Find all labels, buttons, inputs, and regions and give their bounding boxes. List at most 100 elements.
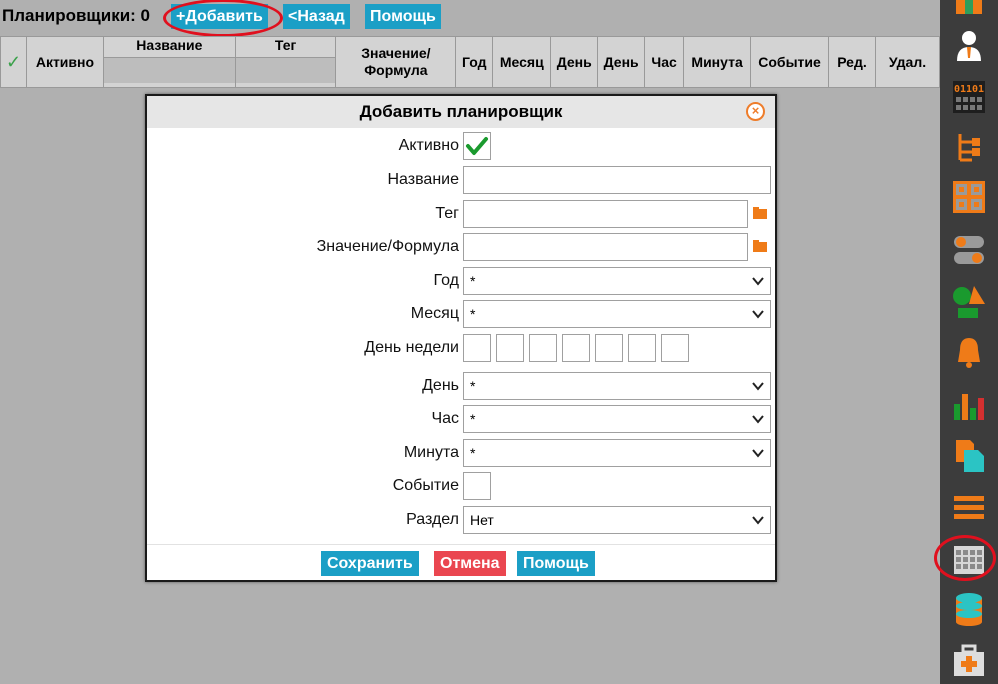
svg-text:01101: 01101 xyxy=(954,84,984,95)
back-button[interactable]: <Назад xyxy=(283,4,350,29)
col-name[interactable]: Название xyxy=(102,36,236,88)
help-button[interactable]: Помощь xyxy=(365,4,441,29)
right-sidebar: 01101 xyxy=(940,0,998,684)
add-button[interactable]: +Добавить xyxy=(171,4,268,29)
col-weekday[interactable]: День xyxy=(597,36,646,88)
row-active: Активно xyxy=(147,132,775,160)
day-label: День xyxy=(422,377,459,394)
folder-icon[interactable] xyxy=(753,207,767,219)
formula-field[interactable] xyxy=(463,233,748,261)
col-year[interactable]: Год xyxy=(455,36,494,88)
page-title: Планировщики: 0 xyxy=(2,6,151,25)
menu-lines-icon[interactable] xyxy=(952,490,986,524)
year-value: * xyxy=(470,273,476,289)
row-tag: Тег xyxy=(147,200,775,228)
col-delete[interactable]: Удал. xyxy=(874,36,941,88)
documents-icon[interactable] xyxy=(952,438,986,472)
chevron-down-icon xyxy=(752,382,764,391)
weekday-box[interactable] xyxy=(529,334,557,362)
alarm-bell-icon[interactable] xyxy=(952,334,986,368)
row-section: Раздел Нет xyxy=(147,506,775,534)
col-day[interactable]: День xyxy=(550,36,599,88)
weekday-label: День недели xyxy=(364,339,459,356)
section-value: Нет xyxy=(470,512,494,528)
col-active[interactable]: Активно xyxy=(25,36,104,88)
tag-filter-input[interactable] xyxy=(235,57,336,83)
tag-label: Тег xyxy=(435,205,459,222)
row-weekday: День недели xyxy=(147,334,775,362)
month-label: Месяц xyxy=(410,305,459,322)
row-year: Год * xyxy=(147,267,775,295)
save-button[interactable]: Сохранить xyxy=(321,551,419,576)
month-select[interactable]: * xyxy=(463,300,771,328)
toggle-switches-icon[interactable] xyxy=(952,232,986,266)
shapes-icon[interactable] xyxy=(952,284,986,318)
weekday-box[interactable] xyxy=(661,334,689,362)
user-badge-icon[interactable] xyxy=(952,0,986,20)
first-aid-case-icon[interactable] xyxy=(952,644,986,678)
dialog-help-button[interactable]: Помощь xyxy=(517,551,595,576)
binary-display-icon[interactable]: 01101 xyxy=(952,80,986,114)
operator-icon[interactable] xyxy=(952,28,986,62)
col-check[interactable]: ✓ xyxy=(0,36,27,88)
chevron-down-icon xyxy=(752,449,764,458)
col-minute[interactable]: Минута xyxy=(683,36,752,88)
weekday-box[interactable] xyxy=(562,334,590,362)
section-select[interactable]: Нет xyxy=(463,506,771,534)
weekday-box[interactable] xyxy=(496,334,524,362)
cancel-button[interactable]: Отмена xyxy=(434,551,506,576)
tag-field[interactable] xyxy=(463,200,748,228)
chevron-down-icon xyxy=(752,310,764,319)
chevron-down-icon xyxy=(752,415,764,424)
active-label: Активно xyxy=(398,137,459,154)
weekday-box[interactable] xyxy=(628,334,656,362)
minute-select[interactable]: * xyxy=(463,439,771,467)
chevron-down-icon xyxy=(752,516,764,525)
tree-structure-icon[interactable] xyxy=(952,130,986,164)
col-formula[interactable]: Значение/ Формула xyxy=(335,36,457,88)
row-name: Название xyxy=(147,166,775,194)
event-label: Событие xyxy=(392,477,459,494)
add-scheduler-dialog: Добавить планировщик × Активно Название … xyxy=(145,94,777,582)
day-select[interactable]: * xyxy=(463,372,771,400)
year-select[interactable]: * xyxy=(463,267,771,295)
hour-value: * xyxy=(470,411,476,427)
checkmark-icon xyxy=(466,137,488,155)
dialog-header: Добавить планировщик × xyxy=(147,96,775,128)
col-edit[interactable]: Ред. xyxy=(828,36,876,88)
schedulers-table-header: ✓ Активно Название Тег Значение/ Формула… xyxy=(0,36,941,88)
col-month[interactable]: Месяц xyxy=(492,36,552,88)
folder-icon[interactable] xyxy=(753,240,767,252)
hour-select[interactable]: * xyxy=(463,405,771,433)
active-checkbox[interactable] xyxy=(463,132,491,160)
bar-chart-icon[interactable] xyxy=(952,388,986,422)
col-tag[interactable]: Тег xyxy=(234,36,337,88)
row-hour: Час * xyxy=(147,405,775,433)
col-hour[interactable]: Час xyxy=(644,36,685,88)
dialog-footer-divider xyxy=(147,544,775,545)
minute-label: Минута xyxy=(403,444,459,461)
scheduler-grid-icon[interactable] xyxy=(952,542,986,576)
hour-label: Час xyxy=(431,410,459,427)
row-event: Событие xyxy=(147,472,775,500)
col-event[interactable]: Событие xyxy=(750,36,829,88)
section-label: Раздел xyxy=(406,511,459,528)
name-field[interactable] xyxy=(463,166,771,194)
row-day: День * xyxy=(147,372,775,400)
row-minute: Минута * xyxy=(147,439,775,467)
top-toolbar: Планировщики: 0 +Добавить <Назад Помощь xyxy=(0,0,940,34)
grid-blocks-icon[interactable] xyxy=(952,180,986,214)
chevron-down-icon xyxy=(752,277,764,286)
col-name-label: Название xyxy=(136,37,203,53)
database-icon[interactable] xyxy=(952,592,986,626)
formula-label: Значение/Формула xyxy=(316,238,459,255)
close-icon[interactable]: × xyxy=(746,102,765,121)
col-tag-label: Тег xyxy=(274,37,297,53)
dialog-title: Добавить планировщик xyxy=(359,102,563,121)
day-value: * xyxy=(470,378,476,394)
minute-value: * xyxy=(470,445,476,461)
name-filter-input[interactable] xyxy=(103,57,235,83)
event-checkbox[interactable] xyxy=(463,472,491,500)
weekday-box[interactable] xyxy=(595,334,623,362)
weekday-box[interactable] xyxy=(463,334,491,362)
